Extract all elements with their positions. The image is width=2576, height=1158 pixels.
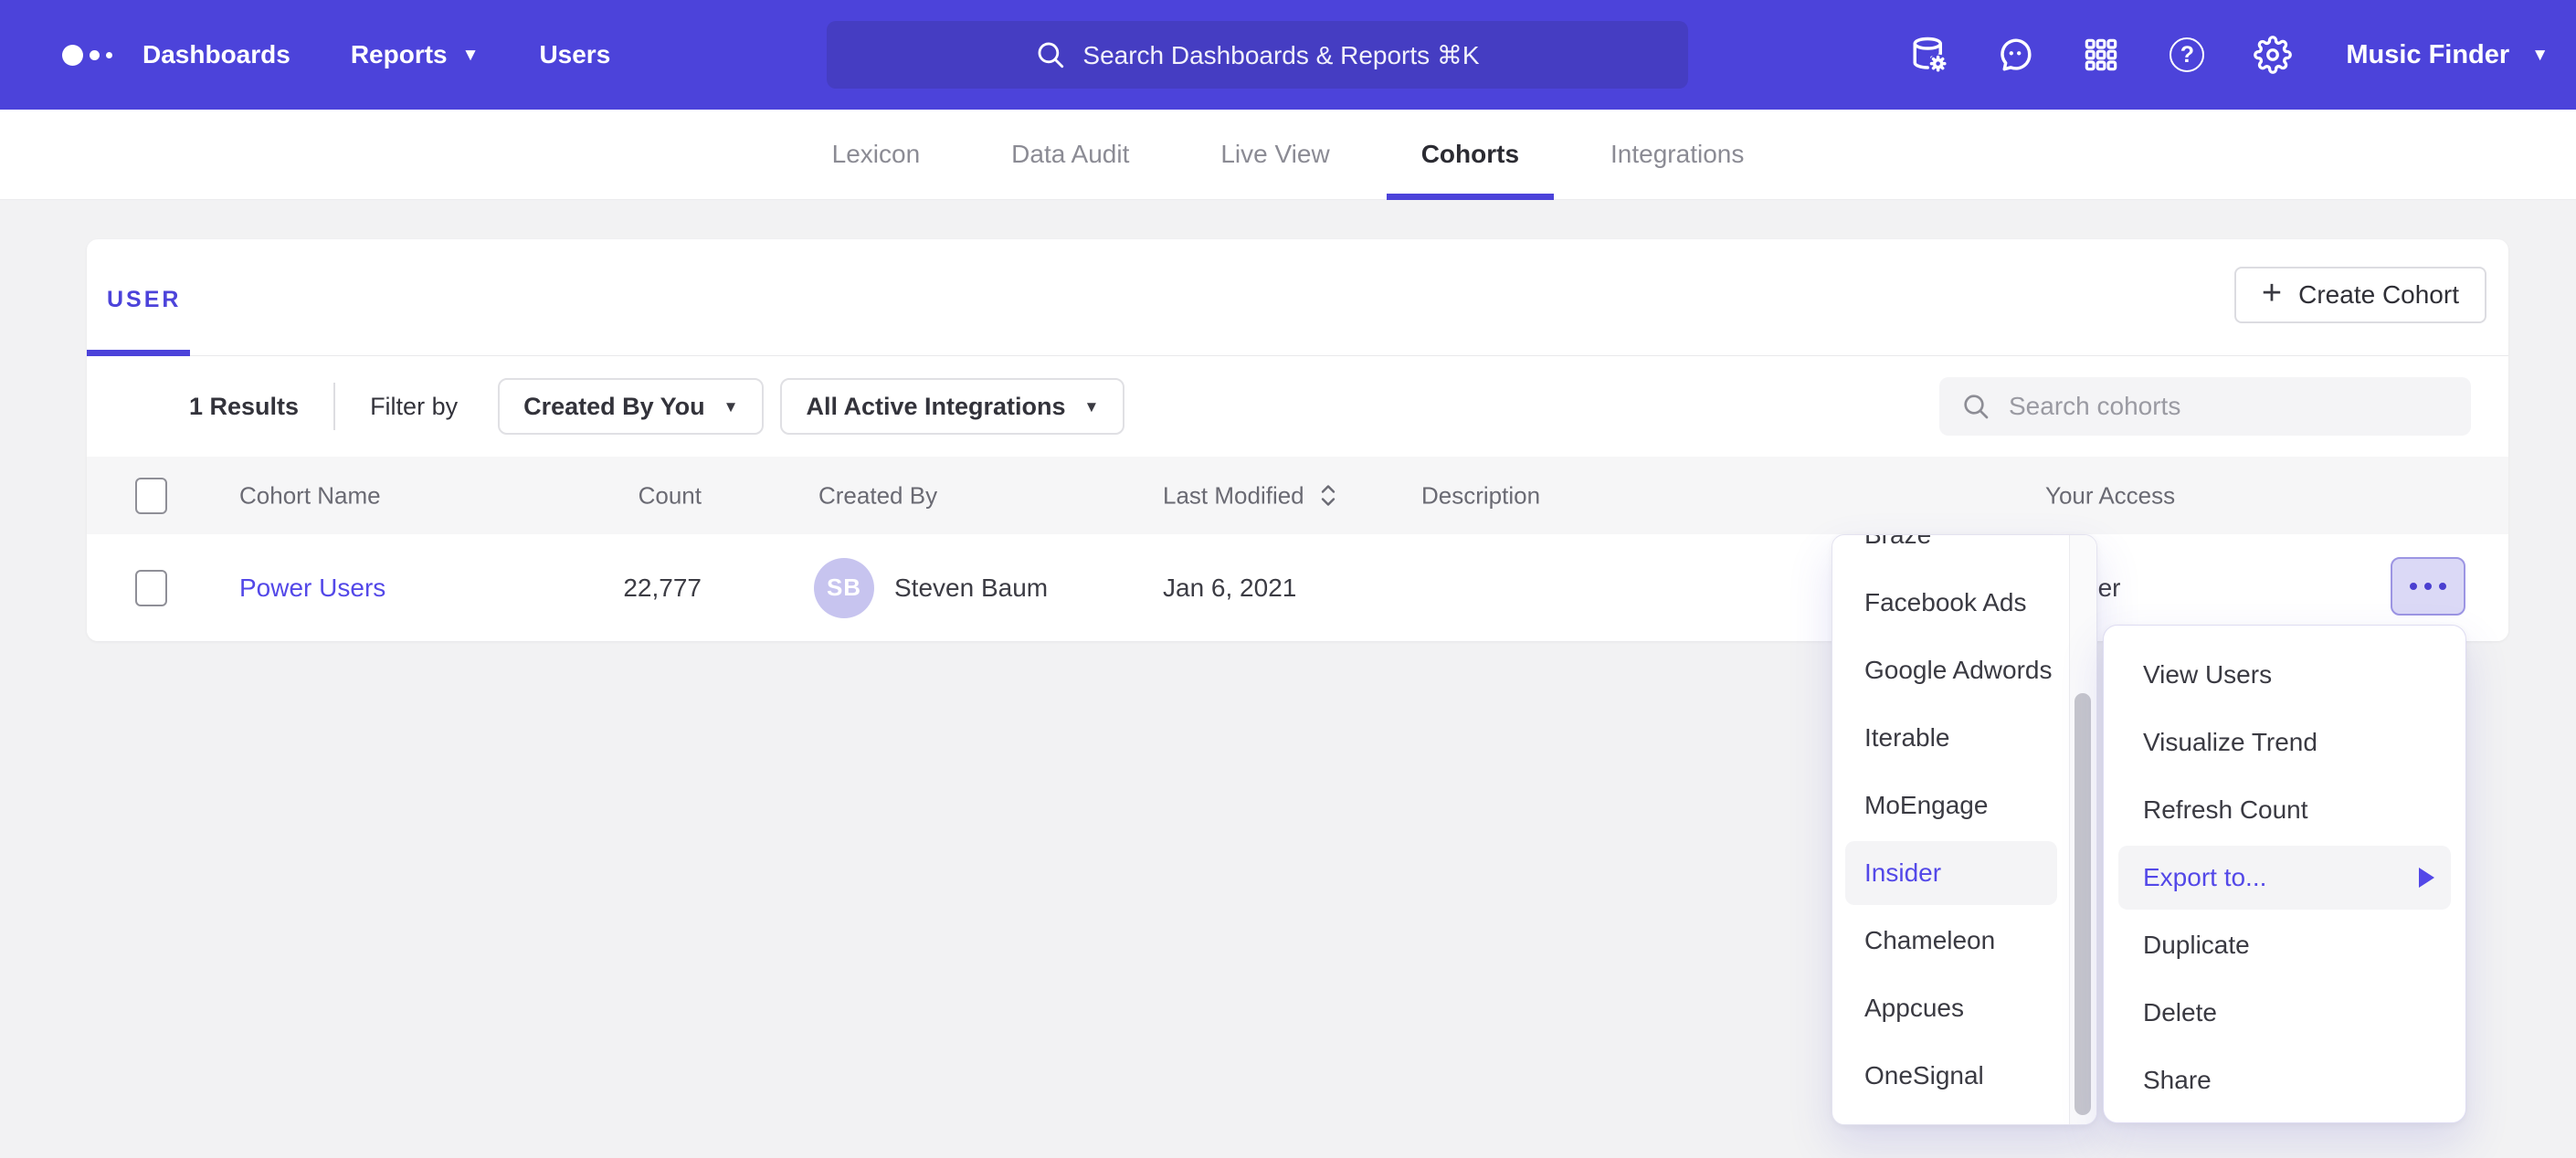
- nav-users-label: Users: [539, 40, 610, 69]
- tab-integrations[interactable]: Integrations: [1607, 110, 1747, 200]
- export-target-google-adwords[interactable]: Google Adwords: [1832, 637, 2070, 704]
- column-header-count[interactable]: Count: [457, 481, 702, 510]
- search-cohorts-input[interactable]: Search cohorts: [1939, 377, 2471, 436]
- search-cohorts-placeholder: Search cohorts: [2009, 392, 2180, 421]
- logo-dot-small: [106, 52, 112, 58]
- last-modified-value: Jan 6, 2021: [1163, 574, 1296, 603]
- integrations-filter-dropdown[interactable]: All Active Integrations ▼: [780, 378, 1124, 435]
- filter-toolbar: 1 Results Filter by Created By You ▼ All…: [87, 356, 2508, 457]
- export-target-iterable[interactable]: Iterable: [1832, 704, 2070, 772]
- submenu-scrollbar-thumb[interactable]: [2075, 693, 2091, 1115]
- search-icon: [1035, 39, 1066, 70]
- tab-cohorts[interactable]: Cohorts: [1418, 110, 1523, 200]
- circle-dot-icon: [2439, 583, 2446, 590]
- menu-item-refresh-count[interactable]: Refresh Count: [2104, 776, 2465, 844]
- column-header-last-modified[interactable]: Last Modified: [1163, 481, 1337, 510]
- export-target-moengage[interactable]: MoEngage: [1832, 772, 2070, 839]
- cohorts-card: USER + Create Cohort 1 Results Filter by…: [87, 239, 2508, 641]
- nav-dashboards-label: Dashboards: [143, 40, 290, 69]
- export-target-facebook-ads[interactable]: Facebook Ads: [1832, 569, 2070, 637]
- menu-item-share[interactable]: Share: [2104, 1047, 2465, 1114]
- cohort-count-value: 22,777: [457, 574, 702, 603]
- data-management-icon[interactable]: [1909, 35, 1949, 75]
- submenu-scrollbar-track[interactable]: [2069, 535, 2096, 1124]
- column-header-description[interactable]: Description: [1421, 481, 1540, 510]
- created-by-filter-value: Created By You: [523, 393, 705, 421]
- create-cohort-label: Create Cohort: [2298, 280, 2459, 310]
- top-navigation-bar: Dashboards Reports ▼ Users Search Dashbo…: [0, 0, 2576, 110]
- tab-live-view[interactable]: Live View: [1217, 110, 1333, 200]
- help-icon[interactable]: ?: [2167, 35, 2207, 75]
- menu-item-visualize-trend[interactable]: Visualize Trend: [2104, 709, 2465, 776]
- export-target-appcues[interactable]: Appcues: [1832, 974, 2070, 1042]
- chevron-down-icon: ▼: [2531, 47, 2549, 64]
- project-name: Music Finder: [2346, 40, 2509, 70]
- export-target-chameleon[interactable]: Chameleon: [1832, 907, 2070, 974]
- active-tab-underline: [87, 350, 190, 356]
- export-destination-list: Braze Facebook Ads Google Adwords Iterab…: [1832, 534, 2070, 1110]
- submenu-arrow-icon: [2419, 868, 2434, 888]
- topbar-actions: ? Music Finder ▼: [1909, 0, 2549, 110]
- menu-item-duplicate[interactable]: Duplicate: [2104, 911, 2465, 979]
- column-header-cohort-name[interactable]: Cohort Name: [239, 481, 381, 510]
- cohort-type-tabs: USER + Create Cohort: [87, 239, 2508, 356]
- export-target-braze[interactable]: Braze: [1832, 534, 2070, 569]
- created-by-name: Steven Baum: [894, 574, 1048, 603]
- global-search-placeholder: Search Dashboards & Reports ⌘K: [1082, 40, 1479, 70]
- tab-lexicon[interactable]: Lexicon: [829, 110, 924, 200]
- avatar: SB: [814, 558, 874, 618]
- data-management-tabs: Lexicon Data Audit Live View Cohorts Int…: [0, 110, 2576, 200]
- export-target-onesignal[interactable]: OneSignal: [1832, 1042, 2070, 1110]
- row-actions-button[interactable]: [2391, 557, 2465, 616]
- menu-item-delete[interactable]: Delete: [2104, 979, 2465, 1047]
- sort-icon: [1319, 483, 1337, 509]
- mixpanel-logo[interactable]: [62, 0, 112, 110]
- create-cohort-button[interactable]: + Create Cohort: [2234, 267, 2486, 323]
- column-header-created-by[interactable]: Created By: [818, 481, 937, 510]
- search-icon: [1961, 392, 1990, 421]
- filter-by-label: Filter by: [370, 393, 458, 421]
- nav-reports-label: Reports: [351, 40, 448, 69]
- settings-gear-icon[interactable]: [2253, 35, 2293, 75]
- column-header-your-access[interactable]: Your Access: [2045, 481, 2175, 510]
- apps-grid-icon[interactable]: [2081, 35, 2121, 75]
- row-checkbox[interactable]: [135, 570, 167, 606]
- menu-item-export-to[interactable]: Export to...: [2118, 846, 2451, 910]
- logo-dot-medium: [90, 50, 100, 60]
- logo-dot-large: [62, 45, 83, 66]
- cohorts-page: Dashboards Reports ▼ Users Search Dashbo…: [0, 0, 2576, 1158]
- export-to-label: Export to...: [2143, 863, 2266, 892]
- tab-data-audit[interactable]: Data Audit: [1008, 110, 1133, 200]
- nav-dashboards[interactable]: Dashboards: [143, 40, 290, 69]
- row-context-menu: View Users Visualize Trend Refresh Count…: [2103, 625, 2466, 1123]
- cohort-name-link[interactable]: Power Users: [239, 574, 385, 603]
- tab-user-cohorts[interactable]: USER: [107, 287, 181, 313]
- chevron-down-icon: ▼: [1084, 399, 1100, 415]
- chevron-down-icon: ▼: [462, 47, 480, 64]
- created-by-filter-dropdown[interactable]: Created By You ▼: [498, 378, 764, 435]
- table-header-row: Cohort Name Count Created By Last Modifi…: [87, 457, 2508, 534]
- select-all-checkbox[interactable]: [135, 478, 167, 514]
- question-mark-glyph: ?: [2170, 37, 2204, 72]
- integrations-filter-value: All Active Integrations: [806, 393, 1065, 421]
- global-search-input[interactable]: Search Dashboards & Reports ⌘K: [827, 21, 1688, 89]
- created-by-cell: SB Steven Baum: [814, 558, 1048, 618]
- divider: [333, 383, 335, 430]
- last-modified-label: Last Modified: [1163, 481, 1304, 510]
- export-target-insider[interactable]: Insider: [1845, 841, 2057, 905]
- circle-dot-icon: [2424, 583, 2432, 590]
- nav-reports[interactable]: Reports ▼: [351, 40, 480, 69]
- primary-nav: Dashboards Reports ▼ Users: [143, 0, 610, 110]
- menu-item-view-users[interactable]: View Users: [2104, 641, 2465, 709]
- export-destination-submenu: Braze Facebook Ads Google Adwords Iterab…: [1832, 534, 2097, 1125]
- results-count: 1 Results: [189, 393, 299, 421]
- circle-dot-icon: [2410, 583, 2417, 590]
- project-selector[interactable]: Music Finder ▼: [2346, 40, 2549, 70]
- plus-icon: +: [2262, 276, 2282, 311]
- chevron-down-icon: ▼: [723, 399, 739, 415]
- nav-users[interactable]: Users: [539, 40, 610, 69]
- feedback-icon[interactable]: [1995, 35, 2035, 75]
